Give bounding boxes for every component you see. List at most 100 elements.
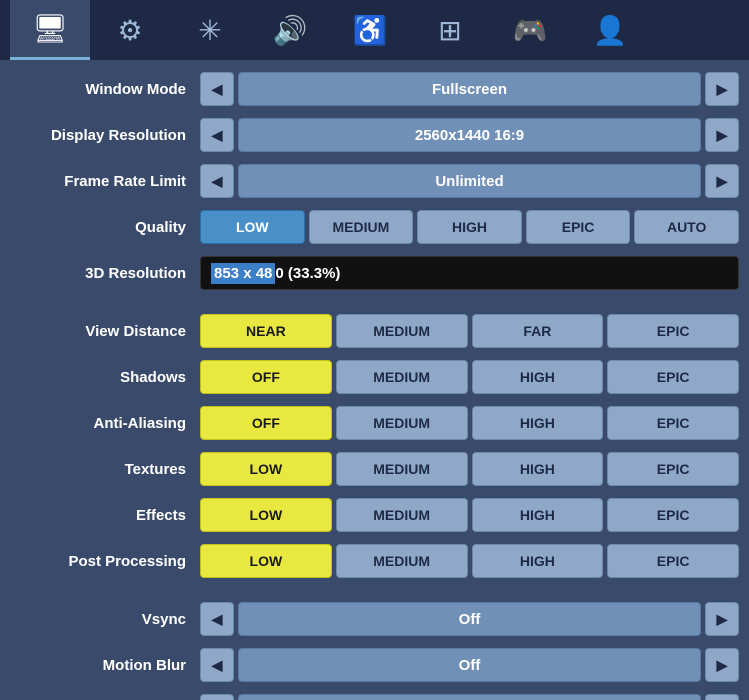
- show-fps-left-arrow[interactable]: ◀: [200, 694, 234, 700]
- shadows-option-epic[interactable]: EPIC: [607, 360, 739, 394]
- textures-option-high[interactable]: HIGH: [472, 452, 604, 486]
- anti-aliasing-option-medium[interactable]: MEDIUM: [336, 406, 468, 440]
- display-resolution-right-arrow[interactable]: ▶: [705, 118, 739, 152]
- motion-blur-value: Off: [238, 648, 701, 682]
- view-distance-option-near[interactable]: NEAR: [200, 314, 332, 348]
- quality-option-high[interactable]: HIGH: [417, 210, 522, 244]
- window-mode-row: Window Mode ◀ Fullscreen ▶: [10, 68, 739, 110]
- top-nav: 🖥 ⚙ ✳ 🔊 ♿ ⊞ 🎮 👤: [0, 0, 749, 60]
- quality-option-epic[interactable]: EPIC: [526, 210, 631, 244]
- effects-option-high[interactable]: HIGH: [472, 498, 604, 532]
- resolution-3d-bar: 853 x 480 (33.3%): [200, 256, 739, 290]
- shadows-option-high[interactable]: HIGH: [472, 360, 604, 394]
- post-processing-label: Post Processing: [10, 553, 200, 570]
- textures-option-low[interactable]: LOW: [200, 452, 332, 486]
- view-distance-label: View Distance: [10, 323, 200, 340]
- post-processing-option-medium[interactable]: MEDIUM: [336, 544, 468, 578]
- shadows-control: OFF MEDIUM HIGH EPIC: [200, 360, 739, 394]
- textures-option-epic[interactable]: EPIC: [607, 452, 739, 486]
- settings-content: Window Mode ◀ Fullscreen ▶ Display Resol…: [0, 60, 749, 700]
- resolution-3d-label: 3D Resolution: [10, 265, 200, 282]
- shadows-option-medium[interactable]: MEDIUM: [336, 360, 468, 394]
- show-fps-value: Off: [238, 694, 701, 700]
- effects-option-epic[interactable]: EPIC: [607, 498, 739, 532]
- resolution-3d-control: 853 x 480 (33.3%): [200, 256, 739, 290]
- textures-option-medium[interactable]: MEDIUM: [336, 452, 468, 486]
- quality-row: Quality LOW MEDIUM HIGH EPIC AUTO: [10, 206, 739, 248]
- post-processing-row: Post Processing LOW MEDIUM HIGH EPIC: [10, 540, 739, 582]
- motion-blur-left-arrow[interactable]: ◀: [200, 648, 234, 682]
- resolution-3d-highlight: 853 x 48: [211, 263, 275, 284]
- resolution-3d-rest: 0 (33.3%): [275, 265, 340, 282]
- effects-control: LOW MEDIUM HIGH EPIC: [200, 498, 739, 532]
- controller-icon: 🎮: [513, 14, 548, 47]
- nav-accessibility[interactable]: ♿: [330, 0, 410, 60]
- resolution-3d-row: 3D Resolution 853 x 480 (33.3%): [10, 252, 739, 294]
- monitor-icon: 🖥: [32, 12, 68, 45]
- anti-aliasing-row: Anti-Aliasing OFF MEDIUM HIGH EPIC: [10, 402, 739, 444]
- anti-aliasing-control: OFF MEDIUM HIGH EPIC: [200, 406, 739, 440]
- effects-label: Effects: [10, 507, 200, 524]
- quality-option-auto[interactable]: AUTO: [634, 210, 739, 244]
- anti-aliasing-option-epic[interactable]: EPIC: [607, 406, 739, 440]
- shadows-option-off[interactable]: OFF: [200, 360, 332, 394]
- textures-control: LOW MEDIUM HIGH EPIC: [200, 452, 739, 486]
- window-mode-control: ◀ Fullscreen ▶: [200, 72, 739, 106]
- view-distance-row: View Distance NEAR MEDIUM FAR EPIC: [10, 310, 739, 352]
- nav-user[interactable]: 👤: [570, 0, 650, 60]
- post-processing-option-high[interactable]: HIGH: [472, 544, 604, 578]
- frame-rate-limit-right-arrow[interactable]: ▶: [705, 164, 739, 198]
- window-mode-label: Window Mode: [10, 81, 200, 98]
- user-icon: 👤: [593, 14, 628, 47]
- show-fps-row: Show FPS ◀ Off ▶: [10, 690, 739, 700]
- vsync-label: Vsync: [10, 611, 200, 628]
- audio-icon: 🔊: [273, 14, 308, 47]
- motion-blur-row: Motion Blur ◀ Off ▶: [10, 644, 739, 686]
- show-fps-right-arrow[interactable]: ▶: [705, 694, 739, 700]
- shadows-label: Shadows: [10, 369, 200, 386]
- nav-display[interactable]: 🖥: [10, 0, 90, 60]
- settings-scroll-area: Window Mode ◀ Fullscreen ▶ Display Resol…: [0, 60, 749, 700]
- frame-rate-limit-control: ◀ Unlimited ▶: [200, 164, 739, 198]
- view-distance-option-epic[interactable]: EPIC: [607, 314, 739, 348]
- nav-settings[interactable]: ⚙: [90, 0, 170, 60]
- post-processing-control: LOW MEDIUM HIGH EPIC: [200, 544, 739, 578]
- nav-brightness[interactable]: ✳: [170, 0, 250, 60]
- effects-option-medium[interactable]: MEDIUM: [336, 498, 468, 532]
- frame-rate-limit-label: Frame Rate Limit: [10, 173, 200, 190]
- view-distance-option-medium[interactable]: MEDIUM: [336, 314, 468, 348]
- anti-aliasing-label: Anti-Aliasing: [10, 415, 200, 432]
- anti-aliasing-option-off[interactable]: OFF: [200, 406, 332, 440]
- network-icon: ⊞: [438, 14, 461, 47]
- vsync-left-arrow[interactable]: ◀: [200, 602, 234, 636]
- nav-audio[interactable]: 🔊: [250, 0, 330, 60]
- quality-option-low[interactable]: LOW: [200, 210, 305, 244]
- nav-controller[interactable]: 🎮: [490, 0, 570, 60]
- vsync-row: Vsync ◀ Off ▶: [10, 598, 739, 640]
- motion-blur-right-arrow[interactable]: ▶: [705, 648, 739, 682]
- frame-rate-limit-left-arrow[interactable]: ◀: [200, 164, 234, 198]
- window-mode-right-arrow[interactable]: ▶: [705, 72, 739, 106]
- quality-option-medium[interactable]: MEDIUM: [309, 210, 414, 244]
- anti-aliasing-option-high[interactable]: HIGH: [472, 406, 604, 440]
- post-processing-option-epic[interactable]: EPIC: [607, 544, 739, 578]
- quality-label: Quality: [10, 219, 200, 236]
- display-resolution-label: Display Resolution: [10, 127, 200, 144]
- window-mode-left-arrow[interactable]: ◀: [200, 72, 234, 106]
- nav-network[interactable]: ⊞: [410, 0, 490, 60]
- display-resolution-value: 2560x1440 16:9: [238, 118, 701, 152]
- display-resolution-left-arrow[interactable]: ◀: [200, 118, 234, 152]
- view-distance-option-far[interactable]: FAR: [472, 314, 604, 348]
- vsync-control: ◀ Off ▶: [200, 602, 739, 636]
- post-processing-option-low[interactable]: LOW: [200, 544, 332, 578]
- vsync-value: Off: [238, 602, 701, 636]
- gear-icon: ⚙: [117, 14, 142, 47]
- textures-label: Textures: [10, 461, 200, 478]
- accessibility-icon: ♿: [353, 14, 388, 47]
- display-resolution-row: Display Resolution ◀ 2560x1440 16:9 ▶: [10, 114, 739, 156]
- motion-blur-label: Motion Blur: [10, 657, 200, 674]
- effects-option-low[interactable]: LOW: [200, 498, 332, 532]
- view-distance-control: NEAR MEDIUM FAR EPIC: [200, 314, 739, 348]
- vsync-right-arrow[interactable]: ▶: [705, 602, 739, 636]
- quality-control: LOW MEDIUM HIGH EPIC AUTO: [200, 210, 739, 244]
